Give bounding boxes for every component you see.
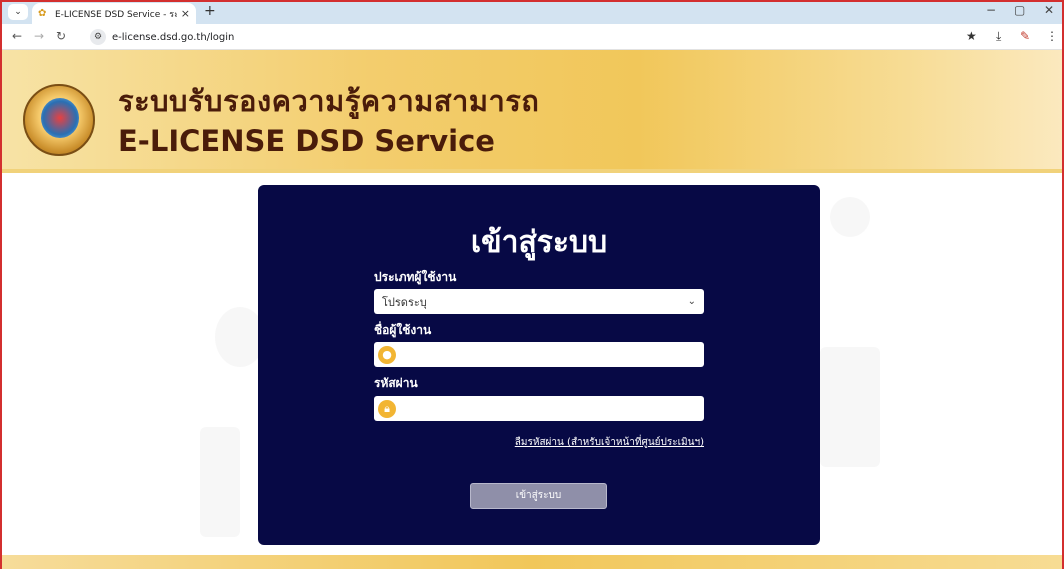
tab-search-icon[interactable]: ⌄ (8, 4, 28, 20)
chevron-down-icon: ⌄ (687, 296, 696, 307)
user-type-value: โปรดระบุ (382, 295, 427, 309)
download-icon[interactable]: ⤓ (996, 29, 1001, 44)
extension-icon[interactable]: ✎ (1020, 29, 1030, 43)
login-panel: เข้าสู่ระบบ ประเภทผู้ใช้งาน โปรดระบุ ⌄ ช… (258, 185, 820, 545)
menu-kebab-icon[interactable]: ⋮ (1046, 29, 1058, 43)
user-type-label: ประเภทผู้ใช้งาน (374, 270, 457, 284)
lock-icon: 🔒︎ (378, 399, 396, 418)
tab-close-icon[interactable]: × (181, 7, 190, 20)
site-header: ระบบรับรองความรู้ความสามารถ E-LICENSE DS… (0, 50, 1064, 173)
user-icon: ● (378, 345, 396, 364)
address-bar: ← → ↻ ⚙ e-license.dsd.go.th/login ★ ⤓ ✎ … (0, 24, 1064, 50)
url-field[interactable]: ⚙ e-license.dsd.go.th/login (90, 28, 960, 46)
decor-building (200, 427, 240, 537)
user-type-select[interactable]: โปรดระบุ ⌄ (374, 289, 704, 314)
username-label: ชื่อผู้ใช้งาน (374, 323, 432, 337)
site-title-english: E-LICENSE DSD Service (118, 124, 495, 158)
url-text: e-license.dsd.go.th/login (112, 31, 235, 43)
password-input[interactable]: 🔒︎ (374, 396, 704, 421)
close-window-icon[interactable]: ✕ (1044, 3, 1054, 17)
site-title-thai: ระบบรับรองความรู้ความสามารถ (118, 84, 540, 118)
reload-icon[interactable]: ↻ (56, 29, 66, 43)
footer-strip (0, 555, 1064, 569)
login-button[interactable]: เข้าสู่ระบบ (470, 483, 607, 509)
browser-tab[interactable]: ✿ E-LICENSE DSD Service - ระบบรั... × (32, 3, 196, 24)
minimize-icon[interactable]: − (986, 3, 996, 17)
forgot-password-link[interactable]: ลืมรหัสผ่าน (สำหรับเจ้าหน้าที่ศูนย์ประเม… (374, 435, 704, 450)
site-info-icon[interactable]: ⚙ (90, 29, 106, 45)
login-title: เข้าสู่ระบบ (470, 225, 608, 260)
new-tab-button[interactable]: + (204, 3, 216, 19)
dsd-logo (23, 84, 95, 156)
decor-document (820, 347, 880, 467)
password-label: รหัสผ่าน (374, 376, 418, 390)
decor-circle (830, 197, 870, 237)
forward-icon[interactable]: → (34, 29, 44, 43)
bookmark-star-icon[interactable]: ★ (966, 29, 977, 43)
site-favicon-icon: ✿ (38, 7, 47, 19)
username-input[interactable]: ● (374, 342, 704, 367)
restore-icon[interactable]: ▢ (1014, 3, 1025, 17)
browser-tab-bar: ⌄ ✿ E-LICENSE DSD Service - ระบบรั... × … (0, 0, 1064, 24)
back-icon[interactable]: ← (12, 29, 22, 43)
tab-title: E-LICENSE DSD Service - ระบบรั... (55, 9, 177, 20)
